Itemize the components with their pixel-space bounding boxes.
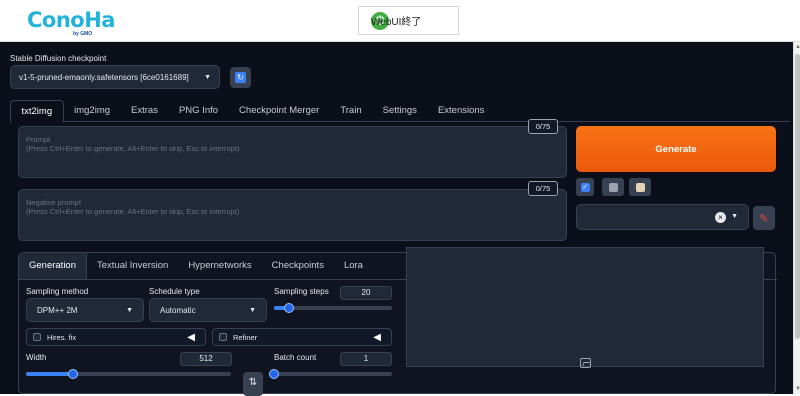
top-header: ConoHa by GMO ⏻ WebUI終了: [0, 0, 800, 42]
tab-checkpoint-merger[interactable]: Checkpoint Merger: [229, 100, 330, 121]
page-scrollbar[interactable]: ▲ ▼: [793, 42, 800, 394]
batch-count-handle[interactable]: [269, 369, 279, 379]
tab-extensions[interactable]: Extensions: [427, 100, 494, 121]
subtab-generation[interactable]: Generation: [19, 253, 88, 279]
trash-icon: [608, 182, 618, 192]
prompt-placeholder-title: Prompt: [26, 135, 51, 144]
refiner-accordion[interactable]: Refiner ◀: [212, 328, 392, 346]
main-tabs: txt2img img2img Extras PNG Info Checkpoi…: [10, 100, 790, 123]
width-fill: [26, 372, 74, 376]
chevron-down-icon: ▼: [204, 73, 211, 81]
refiner-label: Refiner: [233, 332, 258, 342]
subtab-checkpoints[interactable]: Checkpoints: [262, 253, 334, 279]
tab-extras[interactable]: Extras: [121, 100, 169, 121]
width-input[interactable]: 512: [180, 352, 232, 366]
output-image-area: [406, 247, 764, 367]
check-icon: ✓: [580, 182, 590, 192]
sampling-steps-slider[interactable]: [274, 303, 392, 313]
prompt-textarea[interactable]: Prompt (Press Ctrl+Enter to generate, Al…: [18, 126, 567, 178]
generate-button[interactable]: Generate: [576, 126, 776, 172]
width-slider[interactable]: [26, 369, 231, 379]
negative-prompt-placeholder-title: Negative prompt: [26, 198, 82, 207]
negative-prompt-token-counter: 0/75: [528, 181, 558, 196]
negative-prompt-placeholder-hint: (Press Ctrl+Enter to generate, Alt+Enter…: [26, 207, 240, 216]
subtab-hypernetworks[interactable]: Hypernetworks: [178, 253, 261, 279]
tab-settings[interactable]: Settings: [372, 100, 427, 121]
read-params-button[interactable]: ✓: [576, 178, 594, 196]
schedule-type-value: Automatic: [160, 305, 196, 315]
swap-dimensions-button[interactable]: ⇅: [243, 372, 263, 396]
tab-png-info[interactable]: PNG Info: [168, 100, 228, 121]
refresh-icon: ↻: [235, 72, 246, 83]
logo-text: ConoHa: [27, 8, 115, 32]
sampling-steps-input[interactable]: 20: [340, 286, 392, 300]
tab-txt2img[interactable]: txt2img: [10, 100, 64, 123]
subtab-textual-inversion[interactable]: Textual Inversion: [87, 253, 178, 279]
prompt-placeholder-hint: (Press Ctrl+Enter to generate, Alt+Enter…: [26, 144, 240, 153]
collapse-triangle-icon: ◀: [187, 332, 195, 343]
collapse-triangle-icon: ◀: [373, 332, 381, 343]
chevron-down-icon: ▼: [731, 213, 738, 220]
batch-count-label: Batch count: [274, 353, 317, 362]
refresh-checkpoint-button[interactable]: ↻: [230, 67, 251, 88]
webui-end-button[interactable]: ⏻ WebUI終了: [358, 6, 459, 35]
subtab-lora[interactable]: Lora: [334, 253, 373, 279]
clear-icon[interactable]: ×: [715, 212, 726, 223]
tab-img2img[interactable]: img2img: [64, 100, 121, 121]
edit-styles-button[interactable]: ✎: [753, 206, 775, 230]
checkpoint-dropdown[interactable]: v1-5-pruned-emaonly.safetensors [6ce0161…: [10, 65, 220, 89]
scroll-up-icon[interactable]: ▲: [795, 44, 800, 50]
logo-by-text: by GMO: [73, 31, 93, 37]
scroll-down-icon[interactable]: ▼: [795, 386, 800, 392]
checkpoint-label: Stable Diffusion checkpoint: [10, 54, 107, 63]
chevron-down-icon: ▼: [249, 306, 256, 314]
width-label: Width: [26, 353, 47, 362]
paint-brush-icon: ✎: [759, 212, 769, 225]
sampling-steps-label: Sampling steps: [274, 287, 329, 296]
swap-icon: ⇅: [248, 377, 258, 388]
styles-dropdown[interactable]: × ▼: [576, 204, 749, 230]
tab-train[interactable]: Train: [330, 100, 372, 121]
image-icon: [580, 358, 591, 368]
clipboard-button[interactable]: [629, 178, 651, 196]
trash-button[interactable]: [602, 178, 624, 196]
schedule-type-dropdown[interactable]: Automatic ▼: [149, 298, 267, 322]
hires-fix-accordion[interactable]: Hires. fix ◀: [26, 328, 206, 346]
chevron-down-icon: ▼: [126, 306, 133, 314]
sampling-method-value: DPM++ 2M: [37, 305, 78, 315]
checkpoint-value: v1-5-pruned-emaonly.safetensors [6ce0161…: [19, 72, 189, 82]
schedule-type-label: Schedule type: [149, 287, 200, 296]
hires-fix-checkbox[interactable]: [33, 333, 41, 341]
sampling-method-label: Sampling method: [26, 287, 89, 296]
batch-count-slider[interactable]: [269, 369, 392, 379]
negative-prompt-textarea[interactable]: Negative prompt (Press Ctrl+Enter to gen…: [18, 189, 567, 241]
sampling-method-dropdown[interactable]: DPM++ 2M ▼: [26, 298, 144, 322]
prompt-token-counter: 0/75: [528, 119, 558, 134]
hires-fix-label: Hires. fix: [47, 332, 77, 342]
refiner-checkbox[interactable]: [219, 333, 227, 341]
webui-end-label: WebUI終了: [371, 17, 422, 28]
clipboard-icon: [635, 182, 645, 192]
conoha-logo[interactable]: ConoHa by GMO: [27, 8, 115, 37]
batch-count-input[interactable]: 1: [340, 352, 392, 366]
scrollbar-thumb[interactable]: [795, 54, 800, 339]
